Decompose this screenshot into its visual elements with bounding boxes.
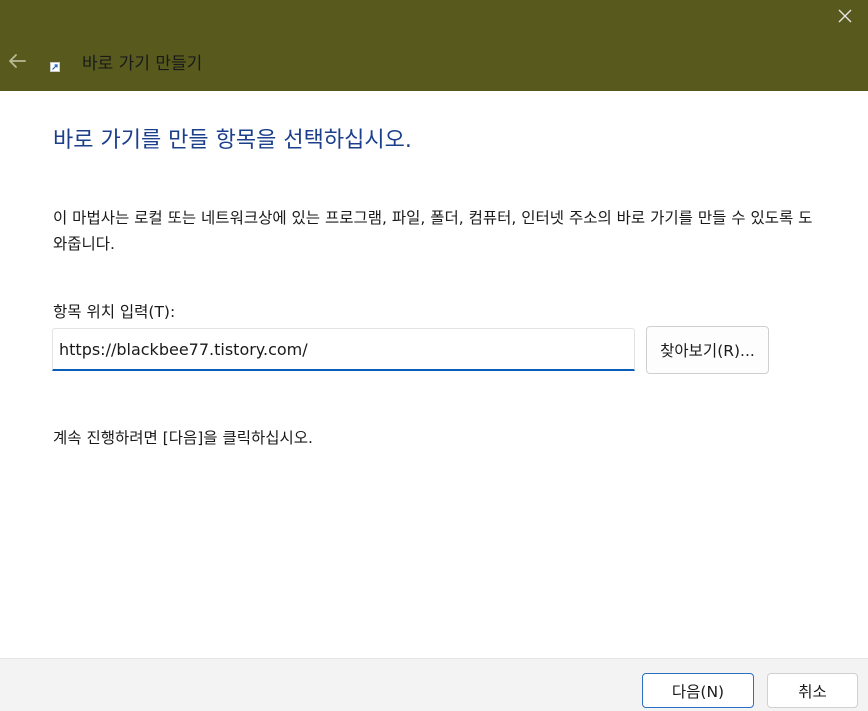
create-shortcut-dialog: 바로 가기 만들기 바로 가기를 만들 항목을 선택하십시오. 이 마법사는 로… <box>0 0 868 711</box>
title-bar: 바로 가기 만들기 <box>0 0 868 91</box>
next-button[interactable]: 다음(N) <box>642 673 754 708</box>
instruction-text: 계속 진행하려면 [다음]을 클릭하십시오. <box>53 429 313 447</box>
location-input[interactable] <box>52 328 635 371</box>
back-button[interactable] <box>4 47 30 75</box>
wizard-description: 이 마법사는 로컬 또는 네트워크상에 있는 프로그램, 파일, 폴더, 컴퓨터… <box>53 209 813 253</box>
location-label: 항목 위치 입력(T): <box>53 303 176 321</box>
browse-button[interactable]: 찾아보기(R)... <box>646 326 769 374</box>
page-heading: 바로 가기를 만들 항목을 선택하십시오. <box>53 128 412 153</box>
close-button[interactable] <box>822 0 868 32</box>
arrow-left-icon <box>9 54 26 68</box>
cancel-button[interactable]: 취소 <box>767 673 858 708</box>
close-icon <box>838 9 852 23</box>
shortcut-icon <box>50 62 60 72</box>
footer-bar: 다음(N) 취소 <box>0 658 868 711</box>
window-title: 바로 가기 만들기 <box>82 54 203 74</box>
